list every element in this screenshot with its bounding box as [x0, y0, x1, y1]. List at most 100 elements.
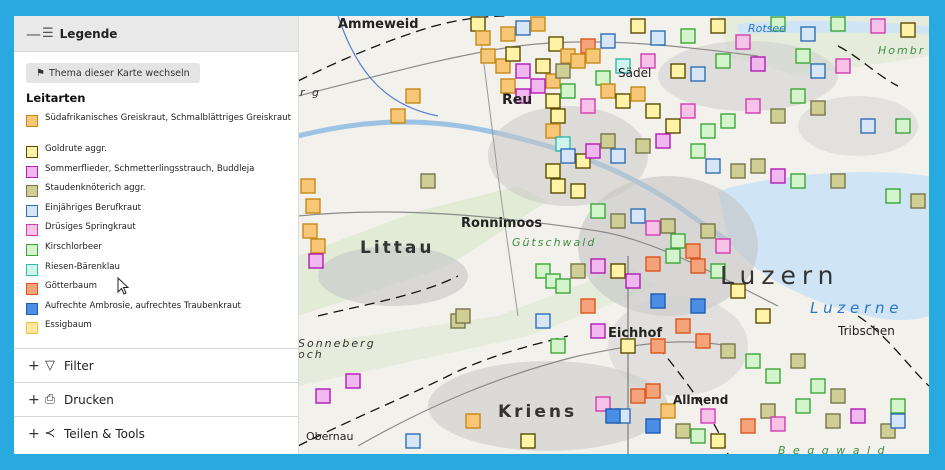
observation-marker[interactable] — [755, 308, 771, 324]
legend-header[interactable]: — ☰ Legende — [14, 16, 298, 52]
observation-marker[interactable] — [680, 103, 696, 119]
observation-marker[interactable] — [670, 233, 686, 249]
observation-marker[interactable] — [690, 428, 706, 444]
observation-marker[interactable] — [520, 433, 536, 449]
observation-marker[interactable] — [500, 78, 516, 94]
observation-marker[interactable] — [870, 18, 886, 34]
observation-marker[interactable] — [590, 323, 606, 339]
observation-marker[interactable] — [720, 343, 736, 359]
observation-marker[interactable] — [550, 108, 566, 124]
observation-marker[interactable] — [585, 143, 601, 159]
observation-marker[interactable] — [470, 16, 486, 32]
observation-marker[interactable] — [890, 398, 906, 414]
observation-marker[interactable] — [515, 20, 531, 36]
observation-marker[interactable] — [690, 143, 706, 159]
observation-marker[interactable] — [690, 258, 706, 274]
observation-marker[interactable] — [530, 16, 546, 32]
observation-marker[interactable] — [302, 223, 318, 239]
observation-marker[interactable] — [735, 34, 751, 50]
observation-marker[interactable] — [590, 203, 606, 219]
observation-marker[interactable] — [465, 413, 481, 429]
observation-marker[interactable] — [650, 293, 666, 309]
observation-marker[interactable] — [740, 418, 756, 434]
observation-marker[interactable] — [730, 163, 746, 179]
observation-marker[interactable] — [680, 28, 696, 44]
observation-marker[interactable] — [770, 168, 786, 184]
observation-marker[interactable] — [750, 56, 766, 72]
observation-marker[interactable] — [635, 138, 651, 154]
observation-marker[interactable] — [715, 53, 731, 69]
observation-marker[interactable] — [830, 173, 846, 189]
observation-marker[interactable] — [600, 83, 616, 99]
observation-marker[interactable] — [710, 433, 726, 449]
observation-marker[interactable] — [420, 173, 436, 189]
observation-marker[interactable] — [745, 98, 761, 114]
observation-marker[interactable] — [480, 48, 496, 64]
observation-marker[interactable] — [610, 148, 626, 164]
observation-marker[interactable] — [610, 213, 626, 229]
observation-marker[interactable] — [850, 408, 866, 424]
observation-marker[interactable] — [620, 338, 636, 354]
expand-toggle[interactable]: + — [28, 358, 40, 374]
observation-marker[interactable] — [615, 93, 631, 109]
observation-marker[interactable] — [700, 123, 716, 139]
observation-marker[interactable] — [830, 16, 846, 32]
observation-marker[interactable] — [690, 66, 706, 82]
observation-marker[interactable] — [795, 48, 811, 64]
observation-marker[interactable] — [308, 253, 324, 269]
observation-marker[interactable] — [315, 388, 331, 404]
observation-marker[interactable] — [910, 193, 926, 209]
observation-marker[interactable] — [545, 93, 561, 109]
observation-marker[interactable] — [600, 133, 616, 149]
observation-marker[interactable] — [515, 63, 531, 79]
observation-marker[interactable] — [600, 33, 616, 49]
expand-toggle[interactable]: + — [28, 426, 40, 442]
observation-marker[interactable] — [630, 208, 646, 224]
observation-marker[interactable] — [690, 298, 706, 314]
observation-marker[interactable] — [715, 238, 731, 254]
observation-marker[interactable] — [675, 423, 691, 439]
observation-marker[interactable] — [745, 353, 761, 369]
expand-toggle[interactable]: + — [28, 392, 40, 408]
observation-marker[interactable] — [610, 263, 626, 279]
observation-marker[interactable] — [310, 238, 326, 254]
observation-marker[interactable] — [630, 18, 646, 34]
observation-marker[interactable] — [885, 188, 901, 204]
observation-marker[interactable] — [770, 416, 786, 432]
observation-marker[interactable] — [795, 398, 811, 414]
observation-marker[interactable] — [625, 273, 641, 289]
observation-marker[interactable] — [605, 408, 621, 424]
observation-marker[interactable] — [645, 103, 661, 119]
section-print[interactable]: + ⎙ Drucken — [14, 382, 298, 416]
observation-marker[interactable] — [580, 98, 596, 114]
observation-marker[interactable] — [830, 388, 846, 404]
observation-marker[interactable] — [685, 243, 701, 259]
observation-marker[interactable] — [595, 70, 611, 86]
section-filter[interactable]: + ▽ Filter — [14, 348, 298, 382]
observation-marker[interactable] — [570, 183, 586, 199]
observation-marker[interactable] — [710, 18, 726, 34]
observation-marker[interactable] — [700, 223, 716, 239]
observation-marker[interactable] — [895, 118, 911, 134]
observation-marker[interactable] — [650, 338, 666, 354]
observation-marker[interactable] — [630, 86, 646, 102]
observation-marker[interactable] — [555, 278, 571, 294]
observation-marker[interactable] — [570, 53, 586, 69]
observation-marker[interactable] — [810, 63, 826, 79]
observation-marker[interactable] — [300, 178, 316, 194]
observation-marker[interactable] — [810, 378, 826, 394]
observation-marker[interactable] — [835, 58, 851, 74]
observation-marker[interactable] — [750, 158, 766, 174]
observation-marker[interactable] — [890, 413, 906, 429]
observation-marker[interactable] — [650, 30, 666, 46]
observation-marker[interactable] — [790, 353, 806, 369]
observation-marker[interactable] — [390, 108, 406, 124]
section-share-tools[interactable]: + ≺ Teilen & Tools — [14, 416, 298, 450]
observation-marker[interactable] — [545, 163, 561, 179]
observation-marker[interactable] — [790, 173, 806, 189]
observation-marker[interactable] — [695, 333, 711, 349]
observation-marker[interactable] — [545, 123, 561, 139]
observation-marker[interactable] — [790, 88, 806, 104]
observation-marker[interactable] — [665, 248, 681, 264]
observation-marker[interactable] — [555, 63, 571, 79]
